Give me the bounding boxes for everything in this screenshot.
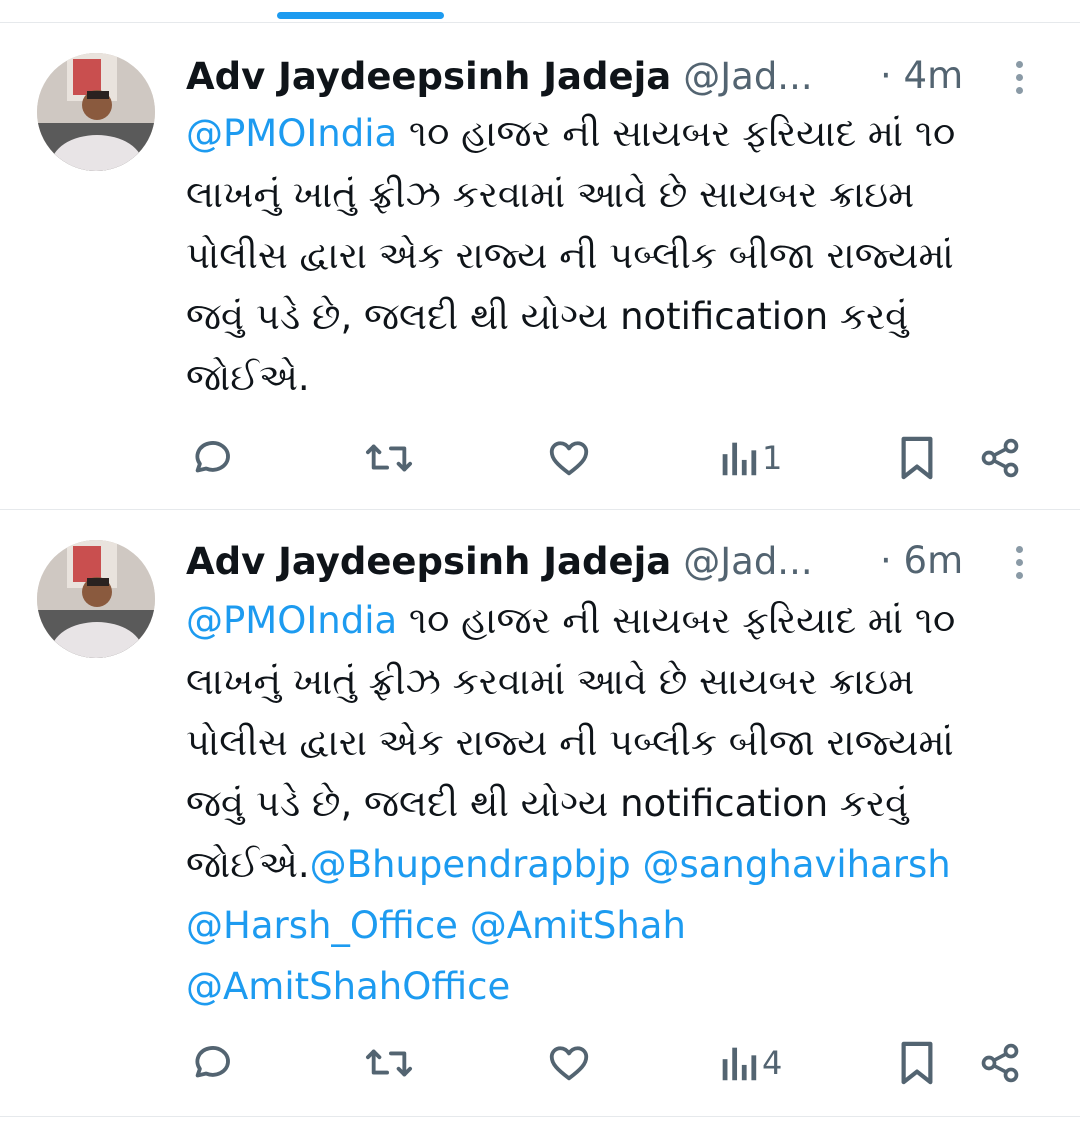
mention-link[interactable]: @PMOIndia [186,112,397,155]
tweet-header: Adv Jaydeepsinh Jadeja @Jad... [186,538,813,584]
share-icon [981,1043,1019,1083]
tweet-text-line: @PMOIndia ૧૦ હાજર ની સાયબર ફરિયાદ માં ૧૦ [186,103,1046,164]
heart-icon [549,441,589,476]
action-bar: 1 [0,434,1080,482]
avatar[interactable] [37,540,155,658]
share-button[interactable] [978,434,1022,482]
tweet-text-line: @AmitShahOffice [186,956,1046,1017]
share-button[interactable] [978,1039,1022,1087]
views-count: 4 [762,1044,783,1082]
views-button[interactable]: 4 [718,1039,782,1087]
reply-button[interactable] [188,1039,234,1087]
retweet-icon [365,1049,412,1077]
action-bar: 4 [0,1039,1080,1087]
timestamp[interactable]: · 6m [880,538,963,584]
bookmark-button[interactable] [896,1039,938,1087]
reply-icon [195,441,230,473]
more-dots-icon[interactable] [1007,546,1031,592]
tweet-text-line: પોલીસ દ્વારા એક રાજ્ય ની પબ્લીક બીજા રાજ… [186,712,1046,773]
tweet-text-line: લાખનું ખાતું ફ્રીઝ કરવામાં આવે છે સાયબર … [186,164,1046,225]
tweet-text: @PMOIndia ૧૦ હાજર ની સાયબર ફરિયાદ માં ૧૦… [186,103,1046,408]
more-dots-icon[interactable] [1007,61,1031,107]
bookmark-icon [901,1041,933,1085]
tweet-text-line: જોઈએ.@Bhupendrapbjp @sanghaviharsh [186,834,1046,895]
like-button[interactable] [546,1039,592,1087]
reply-button[interactable] [188,434,234,482]
tweet-text-line: જવું પડે છે, જલદી થી યોગ્ય notification … [186,286,1046,347]
views-icon [722,442,757,476]
like-button[interactable] [546,434,592,482]
heart-icon [549,1046,589,1081]
tweet-text-line: @PMOIndia ૧૦ હાજર ની સાયબર ફરિયાદ માં ૧૦ [186,590,1046,651]
bookmark-icon [901,436,933,480]
reply-icon [195,1046,230,1078]
mention-link[interactable]: @PMOIndia [186,599,397,642]
timestamp[interactable]: · 4m [880,53,963,99]
retweet-button[interactable] [364,1039,414,1087]
mention-link[interactable]: @AmitShahOffice [186,965,510,1008]
tweet-text-line: @Harsh_Office @AmitShah [186,895,1046,956]
tweet-text-line: લાખનું ખાતું ફ્રીઝ કરવામાં આવે છે સાયબર … [186,651,1046,712]
retweet-button[interactable] [364,434,414,482]
tweet-header: Adv Jaydeepsinh Jadeja @Jad... [186,53,813,99]
share-icon [981,438,1019,478]
tweet-text-segment: જોઈએ. [186,843,310,886]
tweet-text-segment: ૧૦ હાજર ની સાયબર ફરિયાદ માં ૧૦ [397,112,956,155]
views-icon [722,1047,757,1081]
tweet-text-segment: જવું પડે છે, જલદી થી યોગ્ય notification … [186,782,909,825]
mention-link[interactable]: @Harsh_Office @AmitShah [186,904,686,947]
views-button[interactable]: 1 [718,434,782,482]
bookmark-button[interactable] [896,434,938,482]
author-handle[interactable]: @Jad... [683,55,812,98]
tweet-text-segment: લાખનું ખાતું ફ્રીઝ કરવામાં આવે છે સાયબર … [186,173,915,216]
avatar[interactable] [37,53,155,171]
author-handle[interactable]: @Jad... [683,540,812,583]
tweet-text-segment: લાખનું ખાતું ફ્રીઝ કરવામાં આવે છે સાયબર … [186,660,915,703]
mention-link[interactable]: @Bhupendrapbjp @sanghaviharsh [310,843,951,886]
author-name[interactable]: Adv Jaydeepsinh Jadeja [186,55,671,98]
scroll-indicator [277,12,444,19]
views-count: 1 [762,439,783,477]
tweet-text-segment: જવું પડે છે, જલદી થી યોગ્ય notification … [186,295,909,338]
tweet[interactable]: Adv Jaydeepsinh Jadeja @Jad... · 6m @PMO… [0,510,1080,1117]
tweet-text-segment: પોલીસ દ્વારા એક રાજ્ય ની પબ્લીક બીજા રાજ… [186,234,954,277]
tweet-text-line: જવું પડે છે, જલદી થી યોગ્ય notification … [186,773,1046,834]
tweet-text: @PMOIndia ૧૦ હાજર ની સાયબર ફરિયાદ માં ૧૦… [186,590,1046,1017]
tweet-text-segment: જોઈએ. [186,356,310,399]
author-name[interactable]: Adv Jaydeepsinh Jadeja [186,540,671,583]
tweet[interactable]: Adv Jaydeepsinh Jadeja @Jad... · 4m @PMO… [0,23,1080,510]
tweet-text-line: જોઈએ. [186,347,1046,408]
retweet-icon [365,444,412,472]
tweet-text-segment: ૧૦ હાજર ની સાયબર ફરિયાદ માં ૧૦ [397,599,956,642]
tweet-text-segment: પોલીસ દ્વારા એક રાજ્ય ની પબ્લીક બીજા રાજ… [186,721,954,764]
tweet-text-line: પોલીસ દ્વારા એક રાજ્ય ની પબ્લીક બીજા રાજ… [186,225,1046,286]
